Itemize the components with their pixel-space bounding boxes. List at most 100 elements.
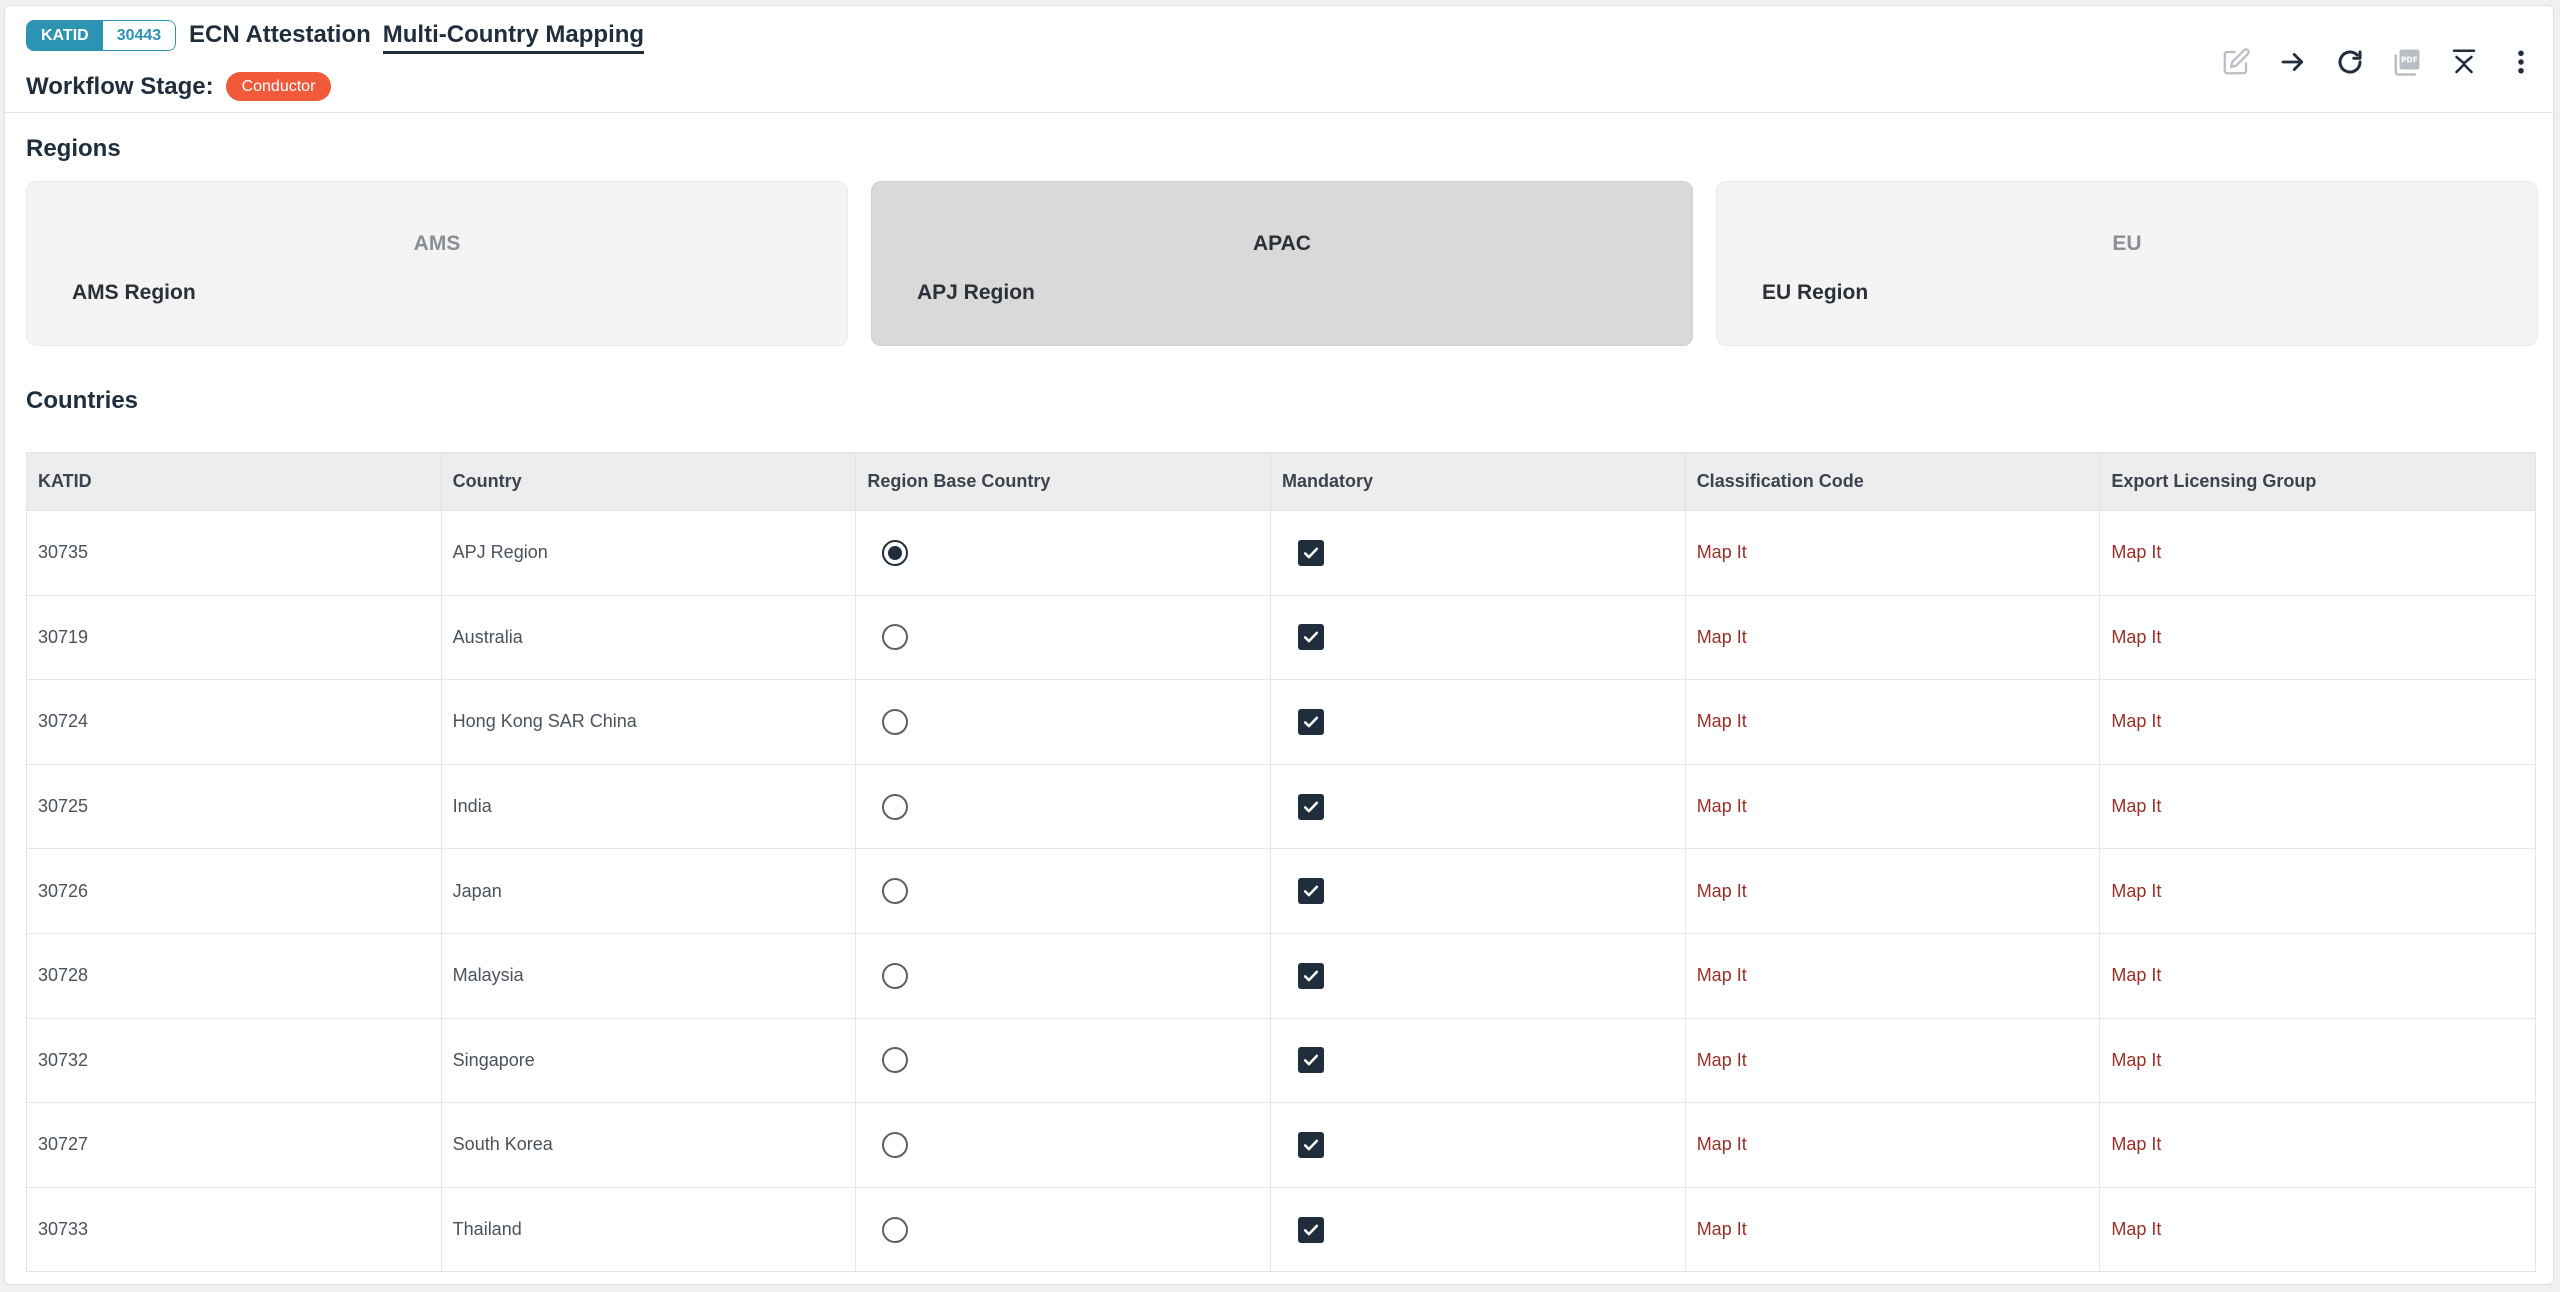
region-base-radio[interactable] [882, 539, 909, 566]
cell-region-base-country [856, 1187, 1272, 1272]
cell-classification-code: Map It [1686, 764, 2101, 849]
svg-text:PDF: PDF [2401, 56, 2418, 65]
column-header-country[interactable]: Country [442, 453, 857, 510]
cell-region-base-country [856, 595, 1272, 680]
region-base-radio[interactable] [882, 793, 909, 820]
mandatory-checkbox[interactable] [1298, 1047, 1325, 1074]
classification-map-it-link[interactable]: Map It [1697, 711, 1747, 732]
region-name: EU Region [1762, 281, 1869, 304]
collapse-button[interactable] [2446, 44, 2482, 80]
region-base-radio[interactable] [882, 1216, 909, 1243]
mandatory-checkbox[interactable] [1298, 1131, 1325, 1158]
mandatory-checkbox[interactable] [1298, 624, 1325, 651]
cell-country: Hong Kong SAR China [442, 680, 857, 764]
cell-classification-code: Map It [1686, 511, 2101, 595]
mandatory-checkbox[interactable] [1298, 1216, 1325, 1243]
cell-mandatory [1271, 849, 1686, 933]
export-group-map-it-link[interactable]: Map It [2111, 1050, 2161, 1071]
cell-katid: 30733 [27, 1187, 442, 1272]
cell-region-base-country [856, 849, 1272, 933]
column-header-export-licensing-group[interactable]: Export Licensing Group [2100, 453, 2535, 510]
export-group-map-it-link[interactable]: Map It [2111, 965, 2161, 986]
classification-map-it-link[interactable]: Map It [1697, 881, 1747, 902]
page-title-tab[interactable]: Multi-Country Mapping [382, 20, 645, 54]
export-group-map-it-link[interactable]: Map It [2111, 1134, 2161, 1155]
export-group-map-it-link[interactable]: Map It [2111, 627, 2161, 648]
column-header-classification-code[interactable]: Classification Code [1686, 453, 2101, 510]
refresh-button[interactable] [2332, 44, 2368, 80]
table-row: 30732 Singapore Map It Map It [27, 1018, 2535, 1104]
table-body: 30735 APJ Region Map It Map It 30719 Australi… [27, 511, 2535, 1272]
cell-export-licensing-group: Map It [2100, 511, 2535, 595]
table-row: 30733 Thailand Map It Map It [27, 1187, 2535, 1272]
katid-pill: KATID 30443 [26, 20, 177, 51]
classification-map-it-link[interactable]: Map It [1697, 1219, 1747, 1240]
pdf-button[interactable]: PDF [2389, 44, 2425, 80]
cell-classification-code: Map It [1686, 680, 2101, 764]
region-code: APAC [1253, 232, 1311, 255]
classification-map-it-link[interactable]: Map It [1697, 1050, 1747, 1071]
mandatory-checkbox[interactable] [1298, 539, 1325, 566]
katid-pill-value: 30443 [102, 21, 176, 50]
cell-country: Singapore [442, 1018, 857, 1103]
classification-map-it-link[interactable]: Map It [1697, 627, 1747, 648]
column-header-region-base-country[interactable]: Region Base Country [856, 453, 1272, 510]
cell-country: Japan [442, 849, 857, 933]
export-group-map-it-link[interactable]: Map It [2111, 1219, 2161, 1240]
cell-region-base-country [856, 764, 1272, 849]
more-button[interactable] [2503, 44, 2539, 80]
check-icon [1303, 1224, 1319, 1235]
column-header-mandatory[interactable]: Mandatory [1271, 453, 1686, 510]
cell-classification-code: Map It [1686, 933, 2101, 1018]
region-name: AMS Region [72, 281, 196, 304]
check-icon [1303, 885, 1319, 897]
region-code: EU [2112, 232, 2142, 255]
classification-map-it-link[interactable]: Map It [1697, 542, 1747, 563]
check-icon [1303, 547, 1319, 559]
region-card-apac[interactable]: APAC APJ Region [871, 181, 1693, 346]
cell-region-base-country [856, 1103, 1272, 1187]
mandatory-checkbox[interactable] [1298, 708, 1325, 735]
edit-button[interactable] [2218, 44, 2254, 80]
table-row: 30719 Australia Map It Map It [27, 595, 2535, 681]
mandatory-checkbox[interactable] [1298, 962, 1325, 989]
mandatory-checkbox[interactable] [1298, 793, 1325, 820]
cell-katid: 30724 [27, 680, 442, 764]
export-group-map-it-link[interactable]: Map It [2111, 711, 2161, 732]
region-card-eu[interactable]: EU EU Region [1716, 181, 2538, 346]
cell-region-base-country [856, 511, 1272, 595]
region-code: AMS [413, 232, 461, 255]
column-header-katid[interactable]: KATID [27, 453, 442, 510]
region-base-radio[interactable] [882, 1131, 909, 1158]
region-base-radio[interactable] [882, 624, 909, 651]
cell-mandatory [1271, 1103, 1686, 1187]
export-group-map-it-link[interactable]: Map It [2111, 796, 2161, 817]
page-header: KATID 30443 ECN Attestation Multi-Countr… [5, 6, 2553, 113]
refresh-icon [2338, 50, 2362, 74]
check-icon [1303, 716, 1319, 728]
export-group-map-it-link[interactable]: Map It [2111, 542, 2161, 563]
cell-country: South Korea [442, 1103, 857, 1187]
region-base-radio[interactable] [882, 962, 909, 989]
region-base-radio[interactable] [882, 1047, 909, 1074]
cell-katid: 30732 [27, 1018, 442, 1103]
classification-map-it-link[interactable]: Map It [1697, 1134, 1747, 1155]
cell-export-licensing-group: Map It [2100, 1188, 2535, 1272]
cell-mandatory [1271, 1187, 1686, 1272]
next-button[interactable] [2275, 44, 2311, 80]
region-base-radio[interactable] [882, 708, 909, 735]
cell-export-licensing-group: Map It [2100, 934, 2535, 1018]
cell-mandatory [1271, 933, 1686, 1018]
cell-mandatory [1271, 511, 1686, 595]
region-base-radio[interactable] [882, 878, 909, 905]
table-row: 30735 APJ Region Map It Map It [27, 511, 2535, 596]
export-group-map-it-link[interactable]: Map It [2111, 881, 2161, 902]
table-row: 30728 Malaysia Map It Map It [27, 933, 2535, 1019]
region-card-ams[interactable]: AMS AMS Region [26, 181, 848, 346]
mandatory-checkbox[interactable] [1298, 878, 1325, 905]
classification-map-it-link[interactable]: Map It [1697, 796, 1747, 817]
classification-map-it-link[interactable]: Map It [1697, 965, 1747, 986]
table-row: 30726 Japan Map It Map It [27, 849, 2535, 934]
cell-country: Australia [442, 595, 857, 680]
table-row: 30725 India Map It Map It [27, 764, 2535, 850]
